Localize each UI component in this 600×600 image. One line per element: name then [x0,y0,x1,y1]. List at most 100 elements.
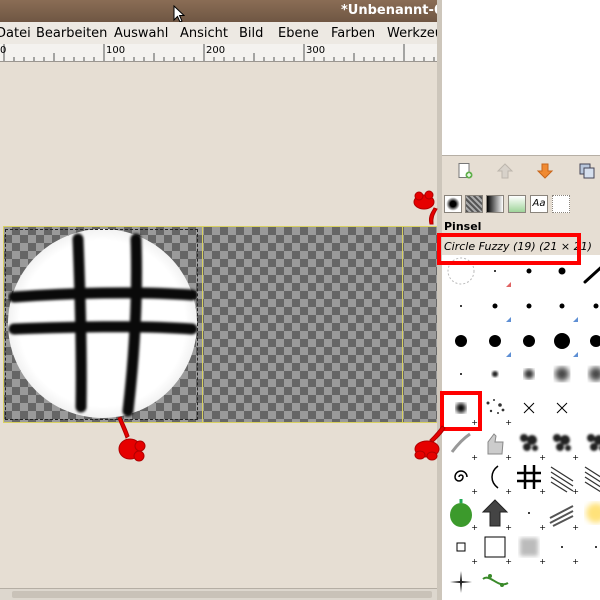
brush-thumbnail [556,402,568,414]
brush-thumbnail [584,466,600,493]
brush-cell[interactable] [579,289,600,323]
brush-thumbnail [590,335,600,347]
brush-cell[interactable] [444,324,478,358]
brush-cell[interactable]: + [478,496,512,532]
menu-item-bild[interactable]: Bild [239,26,263,41]
brush-thumbnail [526,303,532,309]
brush-cell[interactable] [545,289,579,323]
brush-cell[interactable]: + [579,426,600,460]
new-document-icon[interactable] [456,162,474,180]
brush-cell[interactable]: + [512,530,546,566]
brush-thumbnail [455,335,467,347]
brush-cell[interactable]: + [545,426,579,462]
brush-cell[interactable] [478,565,512,599]
brush-cell[interactable]: + [579,496,600,530]
brush-cell[interactable]: + [444,460,478,496]
brush-cell[interactable] [478,289,512,323]
brush-cell[interactable] [579,357,600,391]
pointing-hand-icon [117,416,146,462]
brush-thumbnail [595,546,597,548]
brush-cell[interactable]: + [545,496,579,532]
brush-cell[interactable] [579,254,600,288]
window-title: *Unbenannt-6 [341,3,443,18]
brush-cell[interactable] [478,324,512,358]
brush-cell[interactable]: + [579,530,600,564]
brush-cell[interactable]: + [444,496,478,532]
brush-thumbnail [482,574,509,587]
tab-brushes[interactable] [444,195,462,213]
brush-cell[interactable] [512,357,546,391]
window-title-bar[interactable]: *Unbenannt-6 [0,0,443,22]
menu-item-farben[interactable]: Farben [331,26,375,41]
brush-thumbnail [586,503,600,523]
brush-thumbnail [589,367,600,381]
arrow-up-icon[interactable] [496,162,514,180]
layer-guide-line [402,227,403,422]
brush-cell[interactable] [512,391,546,425]
brush-cell[interactable]: + [478,426,512,462]
marker-icon [506,317,511,322]
plus-icon: + [572,487,579,496]
scrollbar-thumb[interactable] [12,591,432,598]
tab-gradients[interactable] [486,195,504,213]
brush-cell[interactable] [579,324,600,358]
brush-thumbnail [587,434,600,451]
brush-thumbnail [460,305,462,307]
brush-cell[interactable] [444,289,478,323]
brush-cell[interactable] [545,324,579,358]
brush-cell[interactable]: + [545,530,579,566]
brush-thumbnail [450,571,472,593]
brush-thumbnail [523,335,535,347]
brush-cell[interactable] [444,565,478,599]
dock-list-area [442,0,600,156]
pointing-hand-icon [414,425,446,461]
tab-palettes[interactable] [508,195,526,213]
menu-item-ebene[interactable]: Ebene [278,26,319,41]
brush-cell[interactable] [444,357,478,391]
brush-thumbnail [555,367,569,381]
arrow-down-icon[interactable] [536,162,554,180]
brush-thumbnail [593,303,599,309]
selection-marquee [5,229,198,420]
canvas-area[interactable] [0,62,437,588]
brush-cell[interactable] [545,391,579,425]
brush-cell[interactable]: + [512,496,546,532]
brush-dialog-tabs: Aa [442,192,600,216]
brush-cell[interactable]: + [478,530,512,566]
brush-cell[interactable] [512,289,546,323]
plus-icon: + [572,557,579,566]
pointing-hand-icon [413,190,438,225]
brush-cell[interactable]: + [478,460,512,496]
brush-thumbnail [460,373,462,375]
tab-selection[interactable] [552,195,570,213]
ruler-label: 300 [306,45,326,56]
tab-fonts[interactable]: Aa [530,195,548,213]
tab-patterns[interactable] [465,195,483,213]
brush-cell[interactable]: + [512,460,546,496]
marker-icon [573,317,578,322]
horizontal-ruler: 0 100 200 300 [0,44,437,62]
menu-item-datei[interactable]: Datei [0,26,31,41]
panel-title: Pinsel [444,220,482,233]
brush-cell[interactable]: + [478,391,512,427]
brush-cell[interactable]: + [545,460,579,496]
menu-item-auswahl[interactable]: Auswahl [114,26,168,41]
menu-bar: Datei Bearbeiten Auswahl Ansicht Bild Ebene Fa… [0,22,437,44]
menu-item-bearbeiten[interactable]: Bearbeiten [36,26,107,41]
brush-cell[interactable] [512,324,546,358]
layer-guide-line [202,227,203,422]
menu-item-werkzeuge[interactable]: Werkzeuge [387,26,437,41]
horizontal-scrollbar[interactable] [0,588,437,600]
brush-thumbnail [583,266,600,284]
duplicate-icon[interactable] [578,162,596,180]
ruler-label: 100 [106,45,126,56]
ruler-label: 200 [206,45,226,56]
mouse-pointer-icon [173,5,185,23]
brush-cell[interactable]: + [444,530,478,566]
brush-cell[interactable]: + [512,426,546,462]
plus-icon: + [505,487,512,496]
brush-cell[interactable] [545,357,579,391]
menu-item-ansicht[interactable]: Ansicht [180,26,228,41]
brush-cell[interactable] [478,357,512,391]
brush-cell[interactable]: + [579,460,600,494]
